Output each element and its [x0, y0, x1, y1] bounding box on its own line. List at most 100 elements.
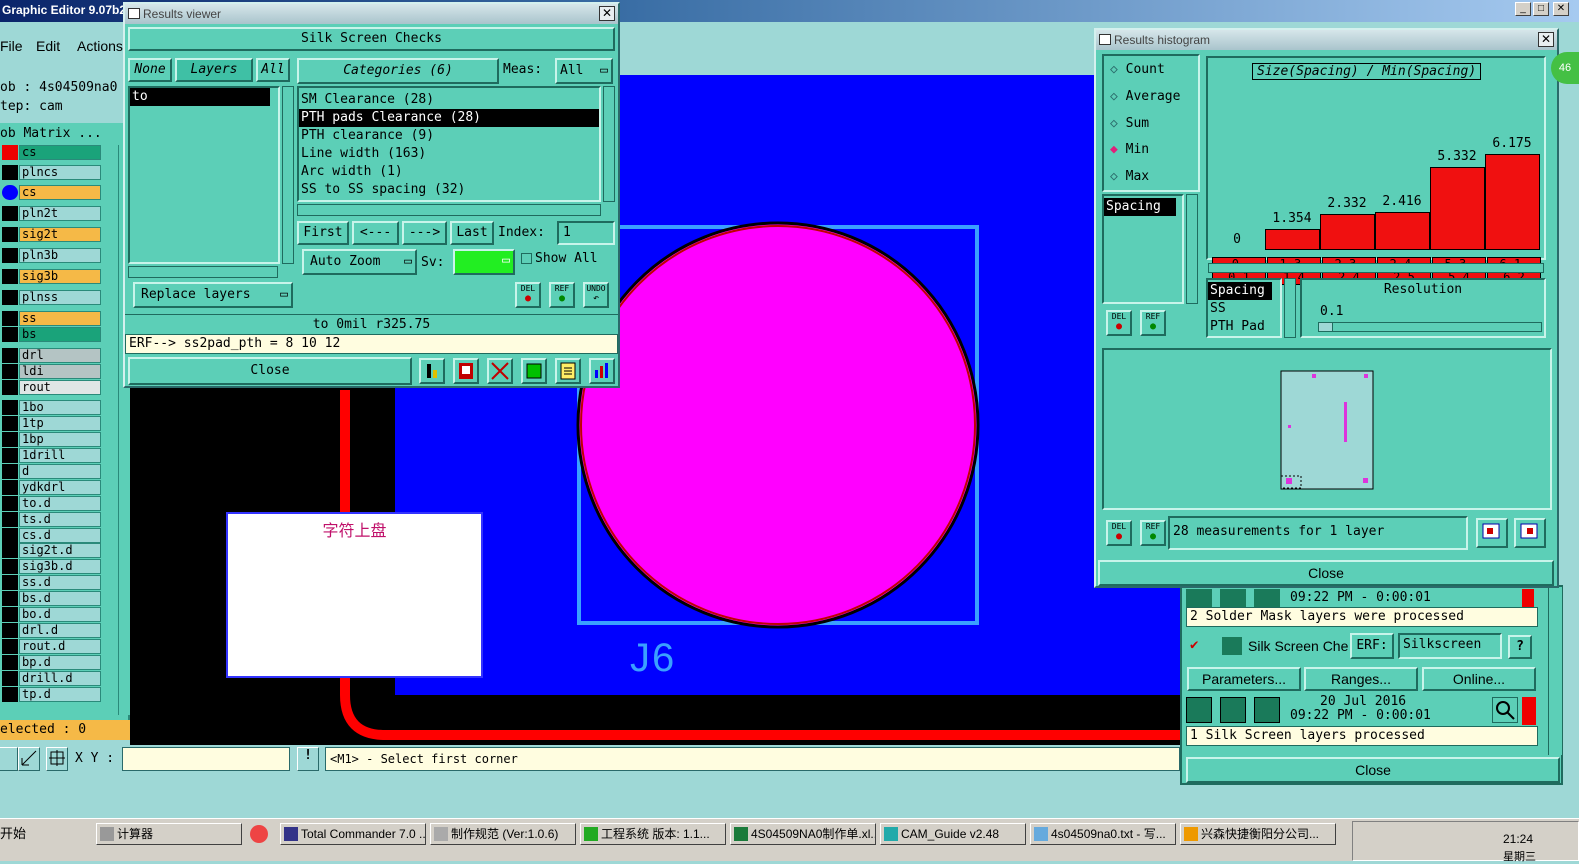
- menu-actions[interactable]: Actions: [77, 38, 123, 54]
- layer-row[interactable]: plnss: [0, 290, 102, 305]
- layer-name[interactable]: bp.d: [19, 655, 101, 670]
- task-spec[interactable]: 制作规范 (Ver:1.0.6): [430, 823, 576, 845]
- task-excel[interactable]: 4S04509NA0制作单.xl...: [730, 823, 876, 845]
- layer-name[interactable]: ss.d: [19, 575, 101, 590]
- parameters-button[interactable]: Parameters...: [1187, 667, 1301, 691]
- category-item[interactable]: SS to SS spacing (32): [299, 181, 599, 199]
- layer-row[interactable]: 1bo: [0, 400, 102, 415]
- layer-row[interactable]: cs.d: [0, 528, 102, 543]
- close-button[interactable]: Close: [128, 357, 412, 385]
- check-name[interactable]: Silk Screen Che: [1248, 638, 1348, 654]
- layer-name[interactable]: ydkdrl: [19, 480, 101, 495]
- layer-row[interactable]: drl: [0, 348, 102, 363]
- info-icon[interactable]: !: [297, 747, 319, 771]
- layer-display-toggle[interactable]: [2, 400, 18, 415]
- measure-icon[interactable]: [18, 747, 40, 771]
- menu-edit[interactable]: Edit: [36, 38, 60, 54]
- layer-display-toggle[interactable]: [2, 348, 18, 363]
- histogram-bar[interactable]: [1375, 212, 1430, 250]
- task-browser[interactable]: 兴森快捷衡阳分公司...: [1180, 823, 1336, 845]
- layer-name[interactable]: drl.d: [19, 623, 101, 638]
- layer-display-toggle[interactable]: [2, 687, 18, 702]
- list-icon[interactable]: [555, 358, 581, 384]
- layer-display-toggle[interactable]: [2, 248, 18, 263]
- layer-display-toggle[interactable]: [2, 227, 18, 242]
- show-all-checkbox[interactable]: [521, 253, 532, 264]
- check-enabled-icon[interactable]: ✔: [1190, 637, 1198, 653]
- layer-name[interactable]: 1bp: [19, 432, 101, 447]
- task-notepad[interactable]: 4s04509na0.txt - 写...: [1030, 823, 1176, 845]
- checklist-scrollbar[interactable]: [1548, 587, 1562, 755]
- layer-name[interactable]: plncs: [19, 165, 101, 180]
- layer-name[interactable]: cs.d: [19, 528, 101, 543]
- layer-row[interactable]: to.d: [0, 496, 102, 511]
- layer-name[interactable]: sig2t.d: [19, 543, 101, 558]
- layer-name[interactable]: pln3b: [19, 248, 101, 263]
- layer-display-toggle[interactable]: [2, 165, 18, 180]
- layer-display-toggle[interactable]: [2, 364, 18, 379]
- layer-name[interactable]: 1bo: [19, 400, 101, 415]
- histogram-bar[interactable]: [1485, 154, 1540, 250]
- layer-name[interactable]: rout.d: [19, 639, 101, 654]
- layer-display-toggle[interactable]: [2, 655, 18, 670]
- quicklaunch-icon[interactable]: [250, 825, 268, 843]
- attribute-list[interactable]: Spacing: [1102, 194, 1184, 304]
- layer-row[interactable]: ts.d: [0, 512, 102, 527]
- category-scrollbar[interactable]: [603, 86, 615, 202]
- category-item-selected[interactable]: PTH pads Clearance (28): [299, 109, 599, 127]
- checklist-close-button[interactable]: Close: [1186, 757, 1560, 783]
- run-selected-icon[interactable]: [1220, 697, 1246, 723]
- replace-layers-dropdown[interactable]: Replace layers ▭: [133, 282, 293, 308]
- meas-dropdown[interactable]: All ▭: [555, 58, 613, 84]
- layer-name[interactable]: rout: [19, 380, 101, 395]
- task-calculator[interactable]: 计算器: [96, 823, 242, 845]
- attribute-scrollbar[interactable]: [1186, 194, 1198, 304]
- ref-icon[interactable]: REF ●: [549, 282, 575, 308]
- layer-name[interactable]: plnss: [19, 290, 101, 305]
- close-icon[interactable]: ✕: [599, 6, 615, 21]
- next-button[interactable]: --->: [402, 221, 447, 245]
- tool-icon-1[interactable]: [0, 747, 18, 771]
- layer-name[interactable]: 1tp: [19, 416, 101, 431]
- layer-row[interactable]: pln3b: [0, 248, 102, 263]
- layer-row[interactable]: 1tp: [0, 416, 102, 431]
- layer-row[interactable]: 1drill: [0, 448, 102, 463]
- import-icon[interactable]: [1514, 518, 1546, 548]
- layer-name[interactable]: ldi: [19, 364, 101, 379]
- layer-row[interactable]: cs: [0, 185, 102, 200]
- layer-display-toggle[interactable]: [2, 206, 18, 221]
- layer-display-toggle[interactable]: [2, 623, 18, 638]
- menu-file[interactable]: File: [0, 38, 23, 54]
- layer-display-toggle[interactable]: [2, 380, 18, 395]
- layer-name[interactable]: bs.d: [19, 591, 101, 606]
- minimize-button[interactable]: _: [1515, 2, 1531, 16]
- layer-list-scrollbar[interactable]: [282, 86, 294, 264]
- erf-field[interactable]: Silkscreen: [1398, 633, 1502, 659]
- index-input[interactable]: 1: [557, 221, 615, 245]
- layer-name[interactable]: tp.d: [19, 687, 101, 702]
- layer-name[interactable]: sig2t: [19, 227, 101, 242]
- export-icon[interactable]: [1476, 518, 1508, 548]
- layer-list-hscrollbar[interactable]: [128, 266, 278, 278]
- layer-display-toggle[interactable]: [2, 543, 18, 558]
- layer-name[interactable]: 1drill: [19, 448, 101, 463]
- ranges-button[interactable]: Ranges...: [1304, 667, 1418, 691]
- layer-preview[interactable]: [1102, 348, 1552, 510]
- layer-name[interactable]: to.d: [19, 496, 101, 511]
- last-button[interactable]: Last: [450, 221, 494, 245]
- layer-name[interactable]: bs: [19, 327, 101, 342]
- layer-result-item[interactable]: to: [130, 88, 270, 106]
- layer-row[interactable]: pln2t: [0, 206, 102, 221]
- layer-display-toggle[interactable]: [2, 448, 18, 463]
- layer-name[interactable]: bo.d: [19, 607, 101, 622]
- layer-display-toggle[interactable]: [2, 639, 18, 654]
- histogram-bar[interactable]: [1430, 167, 1485, 250]
- auto-zoom-dropdown[interactable]: Auto Zoom ▭: [302, 249, 417, 275]
- layer-name[interactable]: cs: [19, 145, 101, 160]
- layer-row[interactable]: rout.d: [0, 639, 102, 654]
- layer-row[interactable]: bp.d: [0, 655, 102, 670]
- category-item[interactable]: Line width (163): [299, 145, 599, 163]
- all-button[interactable]: All: [256, 58, 290, 82]
- layer-row[interactable]: cs: [0, 145, 102, 160]
- histogram-icon[interactable]: [589, 358, 615, 384]
